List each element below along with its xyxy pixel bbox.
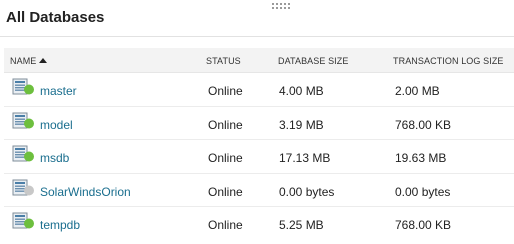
column-header-name-label: NAME <box>10 56 37 66</box>
all-databases-widget: All Databases NAME STATUS DATABASE SIZE … <box>0 0 514 244</box>
widget-title: All Databases <box>6 9 105 26</box>
database-icon <box>12 112 34 128</box>
table-body: master Online 4.00 MB 2.00 MB model Online 3.1… <box>4 73 514 240</box>
database-name-link[interactable]: SolarWindsOrion <box>40 185 131 199</box>
transaction-log-size: 768.00 KB <box>395 117 452 132</box>
transaction-log-size: 768.00 KB <box>395 218 452 232</box>
database-icon <box>12 179 34 195</box>
databases-table: NAME STATUS DATABASE SIZE TRANSACTION LO… <box>4 48 514 240</box>
transaction-log-size: 0.00 bytes <box>395 184 451 199</box>
database-size: 3.19 MB <box>279 117 324 132</box>
status-dot-icon <box>24 218 34 229</box>
title-divider <box>0 36 514 37</box>
column-header-database-size[interactable]: DATABASE SIZE <box>278 56 348 66</box>
database-size: 0.00 bytes <box>279 184 335 199</box>
database-size: 4.00 MB <box>279 84 324 98</box>
database-name-link[interactable]: master <box>40 84 77 98</box>
table-row: model Online 3.19 MB 768.00 KB <box>4 107 514 140</box>
sort-ascending-icon <box>39 58 48 63</box>
table-header: NAME STATUS DATABASE SIZE TRANSACTION LO… <box>4 48 514 73</box>
table-row: SolarWindsOrion Online 0.00 bytes 0.00 byte… <box>4 174 514 207</box>
table-row: tempdb Online 5.25 MB 768.00 KB <box>4 207 514 240</box>
table-row: master Online 4.00 MB 2.00 MB <box>4 73 514 107</box>
status-dot-icon <box>24 84 34 95</box>
database-icon <box>12 145 34 162</box>
database-name-link[interactable]: msdb <box>40 151 69 165</box>
status-dot-icon <box>24 151 34 162</box>
table-row: msdb Online 17.13 MB 19.63 MB <box>4 140 514 174</box>
database-size: 5.25 MB <box>279 218 324 232</box>
column-header-name[interactable]: NAME <box>10 56 48 66</box>
column-header-log-size[interactable]: TRANSACTION LOG SIZE <box>393 56 504 66</box>
database-status: Online <box>208 151 243 165</box>
status-dot-icon <box>24 185 34 195</box>
database-status: Online <box>208 218 243 232</box>
database-icon <box>12 78 34 95</box>
database-status: Online <box>208 84 243 98</box>
transaction-log-size: 2.00 MB <box>395 84 440 98</box>
transaction-log-size: 19.63 MB <box>395 151 447 165</box>
database-name-link[interactable]: model <box>40 118 73 132</box>
drag-handle[interactable] <box>272 3 292 11</box>
status-dot-icon <box>24 118 34 128</box>
column-header-status[interactable]: STATUS <box>206 56 241 66</box>
database-icon <box>12 212 34 229</box>
database-status: Online <box>208 184 243 199</box>
database-size: 17.13 MB <box>279 151 331 165</box>
database-name-link[interactable]: tempdb <box>40 218 80 232</box>
database-status: Online <box>208 117 243 132</box>
